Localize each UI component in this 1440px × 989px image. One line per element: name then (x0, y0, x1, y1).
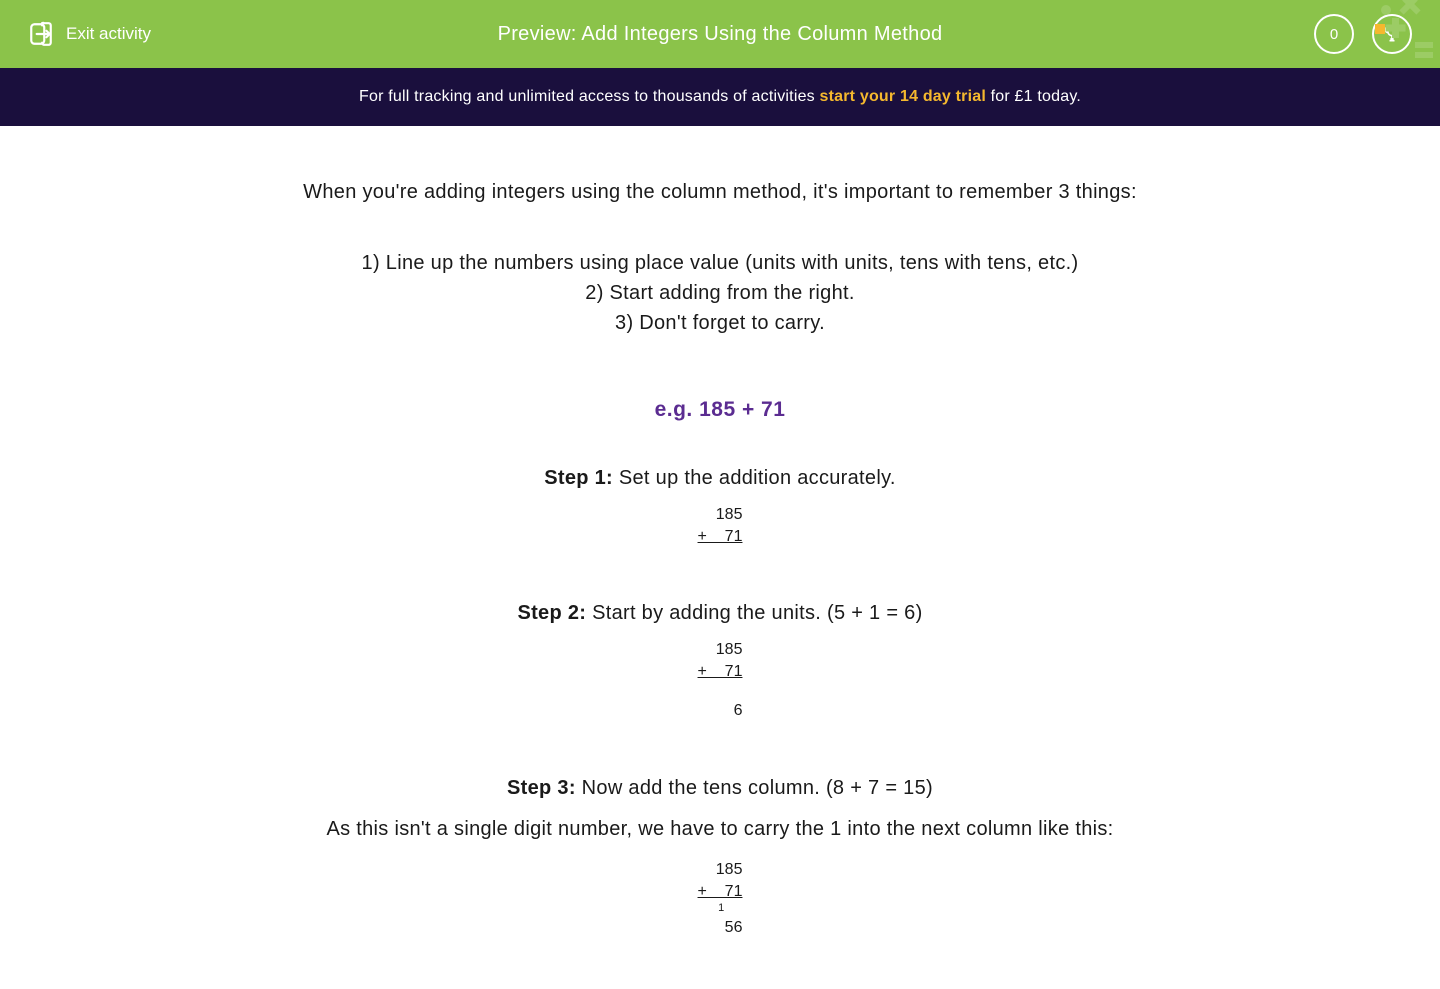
step-3-title: Step 3: Now add the tens column. (8 + 7 … (200, 777, 1240, 800)
app-header: Exit activity Preview: Add Integers Usin… (0, 0, 1440, 68)
promo-bold: start your 14 day trial (820, 88, 986, 105)
step-1-row2: + 71 (698, 526, 743, 548)
step-2-row2: + 71 (698, 661, 743, 683)
step-2-block: Step 2: Start by adding the units. (5 + … (200, 602, 1240, 722)
promo-suffix: for £1 today. (986, 88, 1081, 105)
exit-activity-label: Exit activity (66, 24, 151, 44)
intro-text: When you're adding integers using the co… (200, 176, 1240, 208)
promo-prefix: For full tracking and unlimited access t… (359, 88, 820, 105)
step-3-explain: As this isn't a single digit number, we … (200, 814, 1240, 845)
score-badge[interactable]: 0 (1314, 14, 1354, 54)
step-2-title: Step 2: Start by adding the units. (5 + … (200, 602, 1240, 625)
rule-3: 3) Don't forget to carry. (200, 308, 1240, 338)
score-value: 0 (1330, 26, 1338, 43)
step-1-text: Set up the addition accurately. (613, 467, 896, 489)
header-right: 0 (1314, 14, 1412, 54)
step-1-block: Step 1: Set up the addition accurately. … (200, 467, 1240, 547)
step-3-carry: 1 (698, 902, 743, 915)
lesson-content: When you're adding integers using the co… (170, 126, 1270, 989)
step-2-label: Step 2: (517, 602, 586, 624)
step-3-result: 56 (698, 917, 743, 939)
step-2-text: Start by adding the units. (5 + 1 = 6) (586, 602, 922, 624)
step-3-working: 185 + 71 1 56 (698, 859, 743, 939)
example-heading: e.g. 185 + 71 (200, 398, 1240, 422)
step-3-label: Step 3: (507, 777, 576, 799)
exit-activity-button[interactable]: Exit activity (28, 21, 151, 47)
step-1-title: Step 1: Set up the addition accurately. (200, 467, 1240, 490)
step-2-working: 185 + 71 6 (698, 639, 743, 722)
page-title: Preview: Add Integers Using the Column M… (498, 23, 943, 46)
step-1-row1: 185 (698, 504, 743, 526)
step-3-row2: + 71 (698, 881, 743, 903)
trophy-icon (1382, 24, 1402, 44)
exit-icon (28, 21, 54, 47)
rule-1: 1) Line up the numbers using place value… (200, 248, 1240, 278)
step-3-row1: 185 (698, 859, 743, 881)
step-2-row1: 185 (698, 639, 743, 661)
rule-2: 2) Start adding from the right. (200, 278, 1240, 308)
promo-banner[interactable]: For full tracking and unlimited access t… (0, 68, 1440, 126)
step-3-text: Now add the tens column. (8 + 7 = 15) (576, 777, 933, 799)
trophy-button[interactable] (1372, 14, 1412, 54)
step-1-working: 185 + 71 (698, 504, 743, 547)
rules-list: 1) Line up the numbers using place value… (200, 248, 1240, 338)
step-3-block: Step 3: Now add the tens column. (8 + 7 … (200, 777, 1240, 939)
step-2-result: 6 (698, 700, 743, 722)
step-1-label: Step 1: (544, 467, 613, 489)
